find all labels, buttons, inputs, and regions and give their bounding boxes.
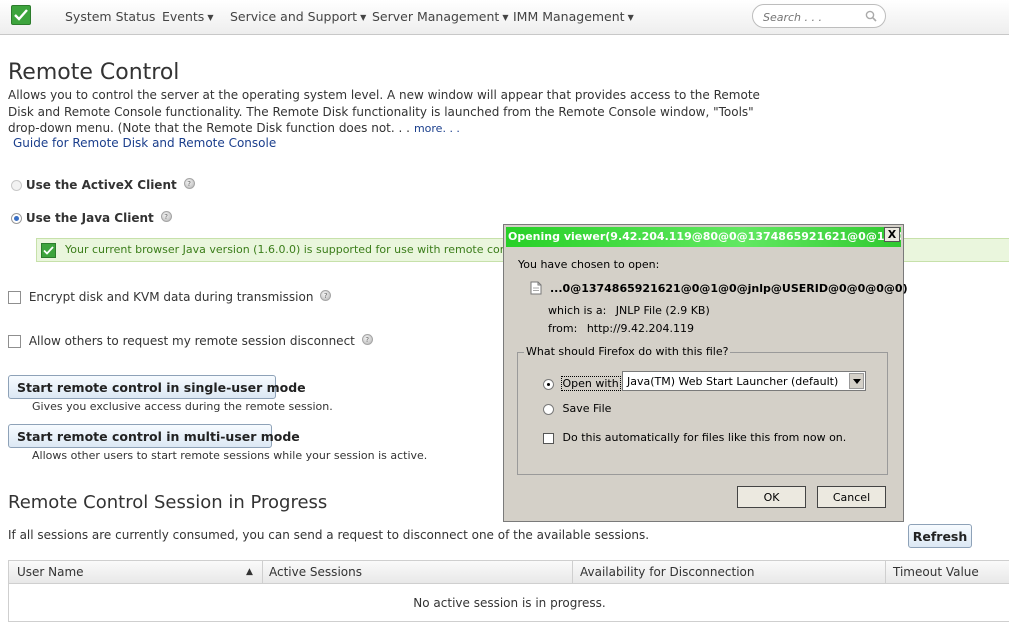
column-divider [572,561,573,583]
which-is-label: which is a: [548,304,607,317]
chevron-down-icon: ▼ [207,13,214,22]
nav-events-label: Events [162,9,205,24]
allow-disconnect-setting[interactable]: Allow others to request my remote sessio… [8,334,373,348]
more-link[interactable]: more. . . [414,122,460,135]
chosen-to-open-text: You have chosen to open: [518,258,660,271]
status-ok-logo-icon[interactable] [11,5,31,25]
page-title: Remote Control [8,60,180,85]
start-multi-user-button[interactable]: Start remote control in multi-user mode [8,424,300,448]
start-single-user-button[interactable]: Start remote control in single-user mode [8,375,306,399]
open-with-option[interactable]: Open with [543,376,621,391]
page-description: Allows you to control the server at the … [8,87,760,138]
auto-checkbox[interactable] [543,432,554,444]
encrypt-label: Encrypt disk and KVM data during transmi… [28,290,314,304]
help-icon[interactable]: ? [361,334,373,345]
empty-sessions-message: No active session is in progress. [413,596,606,610]
encrypt-checkbox[interactable] [8,291,21,304]
checkmark-icon [41,243,56,258]
chevron-down-icon: ▼ [360,13,367,22]
search-icon[interactable] [865,10,877,25]
open-with-label-text: Open with [562,377,619,390]
dialog-title: Opening viewer(9.42.204.119@80@0@1374865… [506,227,901,247]
dropdown-arrow-icon[interactable] [849,373,864,389]
file-type-value: JNLP File (2.9 KB) [615,304,710,317]
column-availability[interactable]: Availability for Disconnection [580,565,754,579]
help-icon[interactable]: ? [183,178,195,189]
application-select-value: Java(TM) Web Start Launcher (default) [627,375,839,388]
action-question: What should Firefox do with this file? [524,345,731,358]
from-label: from: [548,322,578,335]
single-user-description: Gives you exclusive access during the re… [32,400,333,413]
close-icon[interactable]: X [884,227,900,242]
column-user-name[interactable]: User Name [17,565,84,579]
open-with-radio[interactable] [543,378,554,390]
column-active-sessions[interactable]: Active Sessions [269,565,362,579]
description-line-text: drop-down menu. (Note that the Remote Di… [8,121,410,135]
nav-server-management-label: Server Management [372,9,500,24]
java-info-text: Your current browser Java version (1.6.0… [65,243,529,256]
allow-disconnect-label: Allow others to request my remote sessio… [28,334,355,348]
nav-events[interactable]: Events ▼ [162,9,213,24]
search-box [752,4,886,28]
column-divider [885,561,886,583]
cancel-button[interactable]: Cancel [817,486,886,508]
sessions-description: If all sessions are currently consumed, … [8,528,650,542]
save-file-radio[interactable] [543,403,554,415]
description-line: drop-down menu. (Note that the Remote Di… [8,120,760,138]
file-name: ...0@1374865921621@0@1@0@jnlp@USERID@0@0… [550,282,908,295]
application-select[interactable]: Java(TM) Web Start Launcher (default) [622,371,866,391]
save-file-label: Save File [562,402,612,415]
auto-label: Do this automatically for files like thi… [562,431,847,444]
nav-service-support[interactable]: Service and Support ▼ [230,9,366,24]
nav-system-status[interactable]: System Status [65,9,155,24]
multi-user-description: Allows other users to start remote sessi… [32,449,428,462]
activex-label: Use the ActiveX Client [25,178,177,192]
table-header: User Name ▲ Active Sessions Availability… [9,561,1009,584]
guide-link[interactable]: Guide for Remote Disk and Remote Console [13,136,276,150]
from-row: from: http://9.42.204.119 [548,322,694,335]
ok-button[interactable]: OK [737,486,806,508]
java-radio[interactable] [11,213,22,224]
encrypt-setting[interactable]: Encrypt disk and KVM data during transmi… [8,290,332,304]
from-url: http://9.42.204.119 [586,322,694,335]
nav-service-support-label: Service and Support [230,9,358,24]
help-icon[interactable]: ? [320,290,332,301]
nav-server-management[interactable]: Server Management ▼ [372,9,508,24]
chevron-down-icon: ▼ [627,13,634,22]
java-label: Use the Java Client [25,211,154,225]
top-nav: System Status Events ▼ Service and Suppor… [0,0,1009,35]
description-line: Disk and Remote Console functionality. T… [8,104,754,119]
chevron-down-icon: ▼ [502,13,509,22]
nav-imm-management[interactable]: IMM Management ▼ [513,9,634,24]
allow-disconnect-checkbox[interactable] [8,335,21,348]
sort-ascending-icon[interactable]: ▲ [246,567,253,577]
refresh-button[interactable]: Refresh [908,524,972,548]
which-is-row: which is a: JNLP File (2.9 KB) [548,304,710,317]
nav-imm-management-label: IMM Management [513,9,625,24]
activex-radio[interactable] [11,180,22,191]
description-line: Allows you to control the server at the … [8,88,760,102]
column-divider [262,561,263,583]
sessions-title: Remote Control Session in Progress [8,492,328,513]
open-with-label: Open with [560,376,621,391]
file-type-icon [530,281,542,298]
search-input[interactable] [761,8,865,26]
save-file-option[interactable]: Save File [543,402,611,415]
column-timeout[interactable]: Timeout Value [893,565,979,579]
sessions-table: User Name ▲ Active Sessions Availability… [8,560,1009,622]
help-icon[interactable]: ? [160,211,172,222]
activex-option[interactable]: Use the ActiveX Client ? [11,178,195,192]
opening-viewer-dialog: Opening viewer(9.42.204.119@80@0@1374865… [503,224,908,522]
auto-option[interactable]: Do this automatically for files like thi… [543,431,846,444]
java-option[interactable]: Use the Java Client ? [11,211,172,225]
